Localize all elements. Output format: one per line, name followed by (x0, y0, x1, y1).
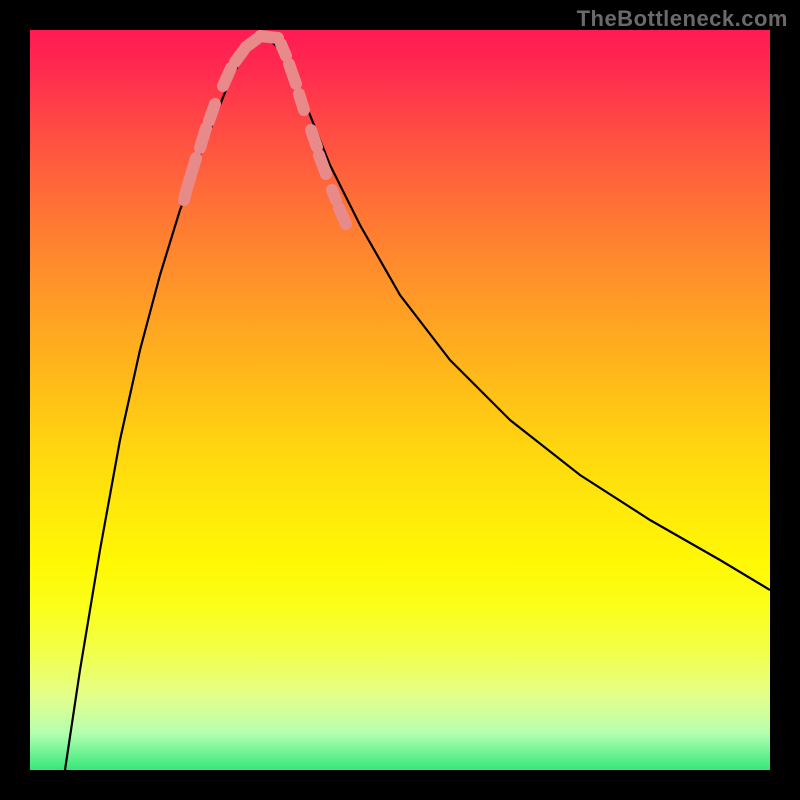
annotation-segment (289, 64, 296, 84)
watermark-text: TheBottleneck.com (577, 6, 788, 32)
annotation-segment (209, 104, 215, 121)
left-curve (65, 35, 265, 770)
annotation-segment (311, 130, 317, 147)
annotation-segment (223, 68, 231, 86)
pink-annotations (184, 36, 346, 224)
annotation-segment (200, 128, 206, 148)
chart-container: TheBottleneck.com (0, 0, 800, 800)
annotation-segment (260, 36, 278, 38)
curve-group (65, 35, 770, 770)
annotation-segment (332, 190, 336, 200)
annotation-segment (299, 94, 304, 110)
annotation-segment (339, 208, 346, 224)
annotation-segment (281, 44, 286, 56)
annotation-segment (188, 158, 196, 185)
curves-svg (30, 30, 770, 770)
annotation-segment (319, 155, 326, 174)
plot-area (30, 30, 770, 770)
right-curve (265, 35, 770, 590)
